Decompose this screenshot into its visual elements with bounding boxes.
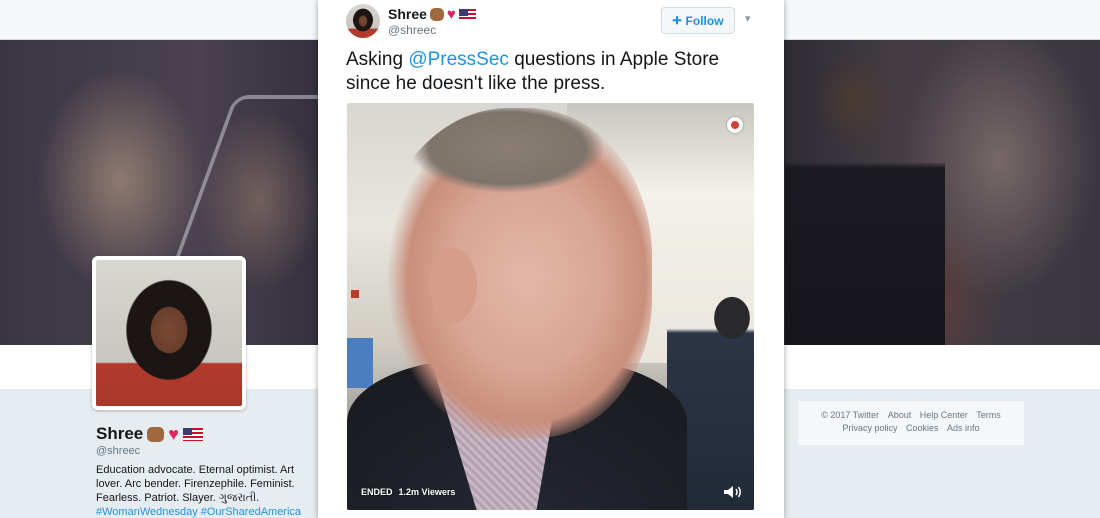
tweet-text-before: Asking (346, 49, 409, 70)
tweet-text: Asking @PressSec questions in Apple Stor… (346, 48, 766, 96)
footer-links: © 2017 Twitter About Help Center Terms P… (797, 400, 1025, 446)
fist-medium-skin-icon (429, 7, 444, 21)
heart-icon: ♥ (446, 5, 456, 23)
profile-name: Shree ♥ (96, 424, 203, 444)
footer-link-ads-info[interactable]: Ads info (947, 423, 980, 433)
banner-figure (785, 40, 945, 345)
tweet-author-name-text[interactable]: Shree (388, 6, 427, 22)
tweet-author-handle[interactable]: @shreec (388, 23, 436, 37)
tweet-mention-link[interactable]: @PressSec (408, 49, 509, 70)
tweet-author-name[interactable]: Shree ♥ (388, 6, 476, 22)
video-subject-head (377, 108, 652, 438)
heart-icon: ♥ (168, 423, 179, 444)
tweet-author-avatar[interactable] (346, 4, 380, 38)
video-background-object (351, 290, 359, 298)
profile-hashtags[interactable]: #WomanWednesday #OurSharedAmerica (96, 505, 311, 518)
video-background-screen (347, 338, 373, 388)
us-flag-icon (458, 8, 476, 20)
video-player[interactable]: ENDED 1.2m Viewers (347, 103, 754, 510)
profile-avatar[interactable] (92, 256, 246, 410)
footer-link-help-center[interactable]: Help Center (920, 410, 968, 420)
footer-copyright: © 2017 Twitter (821, 410, 880, 420)
us-flag-icon (182, 427, 203, 441)
fist-medium-skin-icon (147, 426, 165, 442)
chevron-down-icon[interactable]: ▾ (745, 12, 751, 25)
video-viewers-count: 1.2m Viewers (398, 487, 456, 497)
footer-link-about[interactable]: About (888, 410, 912, 420)
footer-link-terms[interactable]: Terms (976, 410, 1001, 420)
footer-link-cookies[interactable]: Cookies (906, 423, 939, 433)
video-subject-ear (429, 248, 477, 323)
video-ended-label: ENDED (361, 487, 393, 497)
tweet-card: Shree ♥ @shreec ➕︎ Follow ▾ Asking @Pres… (318, 0, 784, 518)
video-status: ENDED 1.2m Viewers (361, 487, 455, 497)
periscope-icon[interactable] (727, 117, 743, 133)
profile-name-text: Shree (96, 424, 144, 443)
profile-bio: Education advocate. Eternal optimist. Ar… (96, 464, 295, 504)
profile-handle[interactable]: @shreec (96, 445, 140, 457)
volume-icon[interactable] (723, 485, 743, 499)
follow-button-label: Follow (685, 13, 724, 28)
follow-button[interactable]: ➕︎ Follow (661, 7, 735, 34)
add-user-icon: ➕︎ (672, 13, 682, 27)
footer-link-privacy[interactable]: Privacy policy (842, 423, 897, 433)
